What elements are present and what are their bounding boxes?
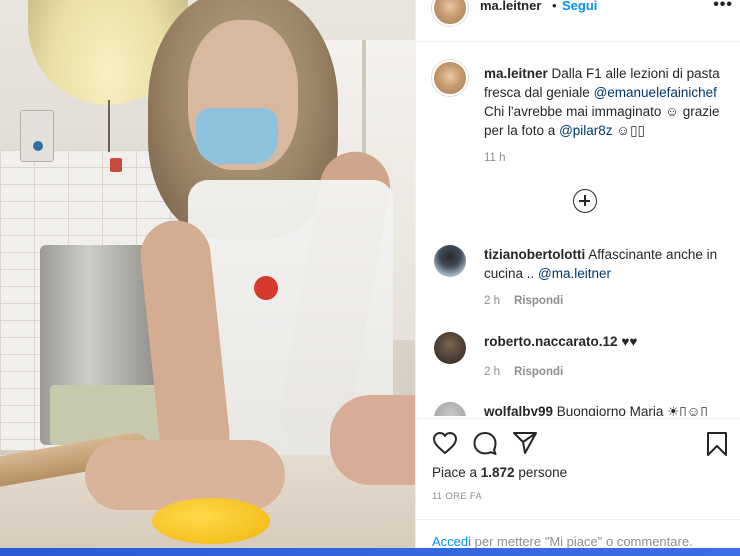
taskbar-strip <box>0 548 740 556</box>
separator-dot: • <box>552 0 557 13</box>
reply-button[interactable]: Rispondi <box>514 295 563 307</box>
post-details-panel: ma.leitner • Segui ••• ma.leitner Dalla … <box>415 0 740 549</box>
caption-username[interactable]: ma.leitner <box>484 66 548 81</box>
commenter-avatar[interactable] <box>434 332 466 364</box>
comment-item: roberto.naccarato.12 ♥♥ 2 h Rispondi <box>416 332 740 382</box>
comment-timestamp[interactable]: 2 h <box>484 366 500 378</box>
login-text: Accedi per mettere "Mi piace" o commenta… <box>432 534 693 549</box>
bookmark-icon[interactable] <box>705 431 729 462</box>
reply-button[interactable]: Rispondi <box>514 366 563 378</box>
comment-item: tizianobertolotti Affascinante anche in … <box>416 245 740 315</box>
load-more-comments-icon[interactable] <box>573 189 597 213</box>
login-prompt: Accedi per mettere "Mi piace" o commenta… <box>416 519 740 549</box>
comment-item: wolfalby99 Buongiorno Maria ☀▯☺▯ <box>416 402 740 416</box>
instructor-hand <box>330 395 415 485</box>
commenter-avatar[interactable] <box>434 402 466 416</box>
follow-button[interactable]: Segui <box>562 0 597 13</box>
likes-prefix: Piace a <box>432 465 481 480</box>
likes-number: 1.872 <box>480 465 515 480</box>
comment-body: ♥♥ <box>617 334 638 349</box>
commenter-username[interactable]: tizianobertolotti <box>484 247 585 262</box>
commenter-username[interactable]: roberto.naccarato.12 <box>484 334 618 349</box>
lamp-cord <box>108 100 110 152</box>
share-icon[interactable] <box>512 431 538 460</box>
wall-sign <box>110 158 122 172</box>
likes-count[interactable]: Piace a 1.872 persone <box>432 465 567 480</box>
comment-meta: 2 h Rispondi <box>484 366 563 378</box>
comment-text: tizianobertolotti Affascinante anche in … <box>484 245 729 283</box>
comment-meta: 2 h Rispondi <box>484 295 563 307</box>
commenter-avatar[interactable] <box>434 245 466 277</box>
comment-timestamp[interactable]: 2 h <box>484 295 500 307</box>
commenter-username[interactable]: wolfalby99 <box>484 404 553 416</box>
post-photo[interactable] <box>0 0 415 548</box>
post-caption: ma.leitner Dalla F1 alle lezioni di past… <box>484 64 734 140</box>
likes-suffix: persone <box>514 465 568 480</box>
comment-icon[interactable] <box>472 431 498 460</box>
caption-mention-chef[interactable]: @emanuelefainichef <box>594 85 717 100</box>
caption-mention-photographer[interactable]: @pilar8z <box>559 123 612 138</box>
caption-emojis: ☺▯▯ <box>612 123 645 138</box>
comment-text: roberto.naccarato.12 ♥♥ <box>484 332 729 351</box>
login-link[interactable]: Accedi <box>432 534 471 549</box>
post-date[interactable]: 11 ORE FA <box>432 491 482 502</box>
comment-mention[interactable]: @ma.leitner <box>538 266 611 281</box>
heart-icon[interactable] <box>432 431 458 460</box>
author-avatar[interactable] <box>432 0 468 26</box>
post-actions: Piace a 1.872 persone 11 ORE FA Accedi p… <box>416 418 740 549</box>
apron-logo <box>254 276 278 300</box>
comment-body: Buongiorno Maria ☀▯☺▯ <box>553 404 708 416</box>
caption-author-avatar[interactable] <box>432 60 468 96</box>
caption-timestamp[interactable]: 11 h <box>484 152 506 164</box>
face-mask <box>196 108 278 164</box>
more-options-icon[interactable]: ••• <box>713 0 733 14</box>
author-username[interactable]: ma.leitner <box>480 0 541 13</box>
comment-text: wolfalby99 Buongiorno Maria ☀▯☺▯ <box>484 402 729 416</box>
wall-switch <box>20 110 54 162</box>
post-header: ma.leitner • Segui ••• <box>416 0 740 42</box>
pasta-dough <box>152 498 270 544</box>
login-suffix: per mettere "Mi piace" o commentare. <box>471 534 693 549</box>
